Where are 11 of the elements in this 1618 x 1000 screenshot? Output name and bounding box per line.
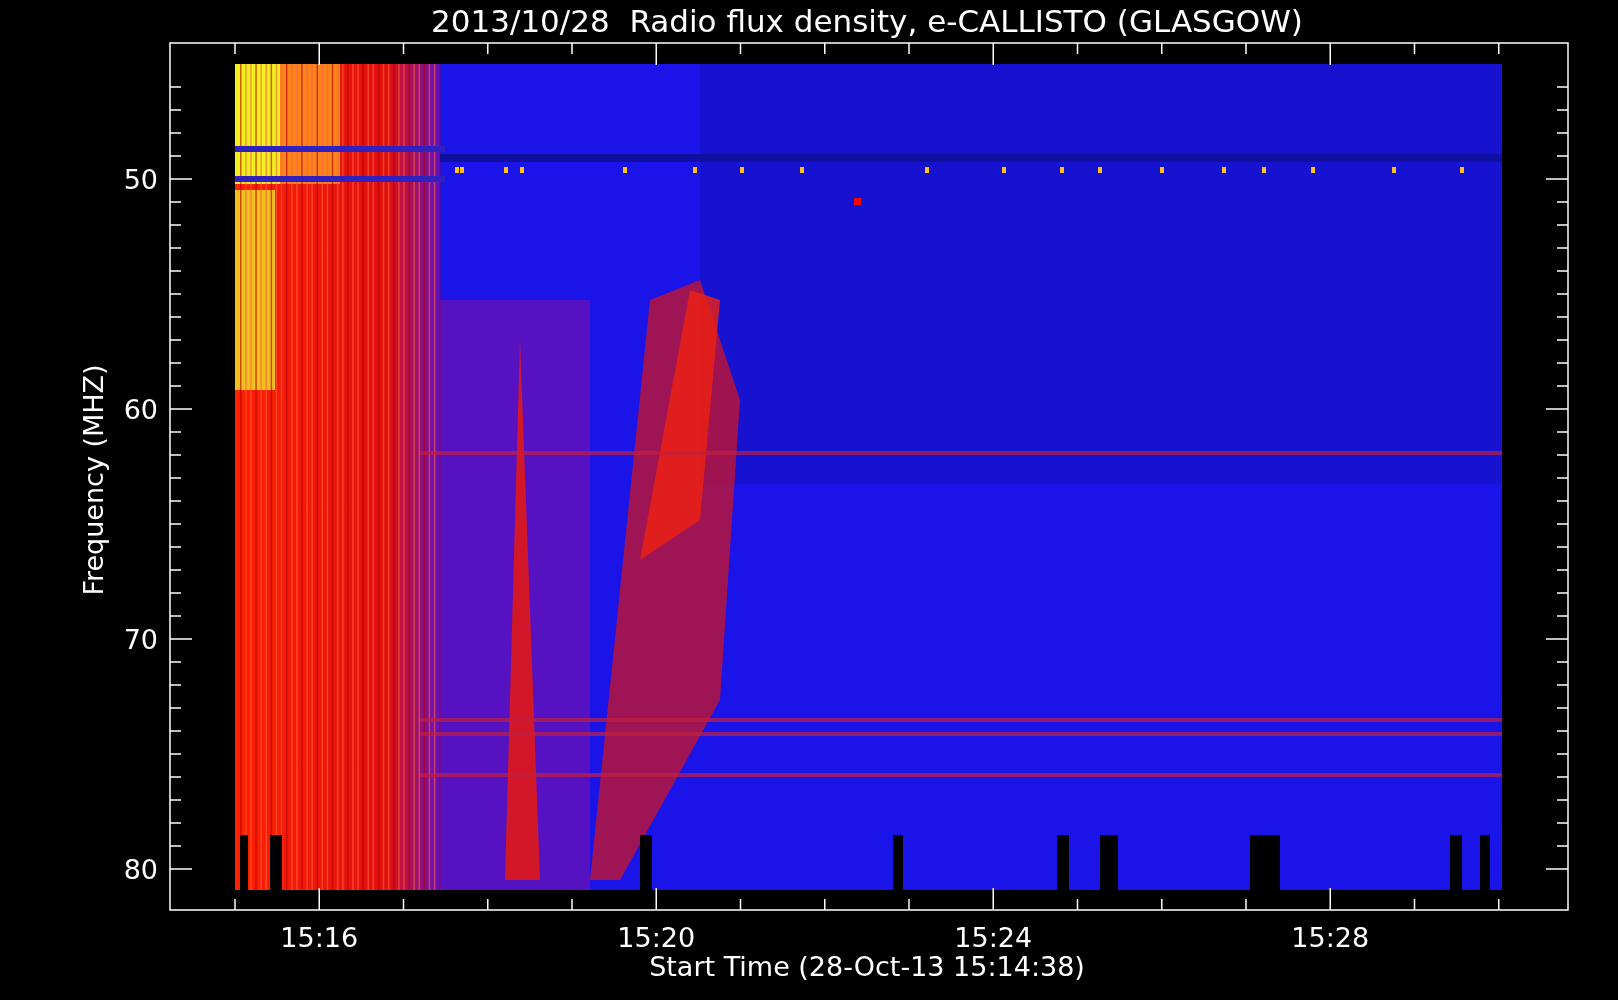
tick-label: 15:20 bbox=[617, 922, 696, 953]
tick-label: 15:16 bbox=[280, 922, 359, 953]
chart-title: 2013/10/28 Radio flux density, e-CALLISTO (GLASGOW) bbox=[431, 3, 1303, 39]
tick-label: 15:24 bbox=[954, 922, 1033, 953]
tick-label: 60 bbox=[123, 394, 158, 425]
tick-label: 70 bbox=[123, 624, 158, 655]
axis-label: Start Time (28-Oct-13 15:14:38) bbox=[649, 951, 1085, 982]
tick-label: 50 bbox=[123, 164, 158, 195]
axis-label: Frequency (MHZ) bbox=[78, 364, 109, 596]
tick-label: 15:28 bbox=[1291, 922, 1370, 953]
tick-label: 80 bbox=[123, 854, 158, 885]
